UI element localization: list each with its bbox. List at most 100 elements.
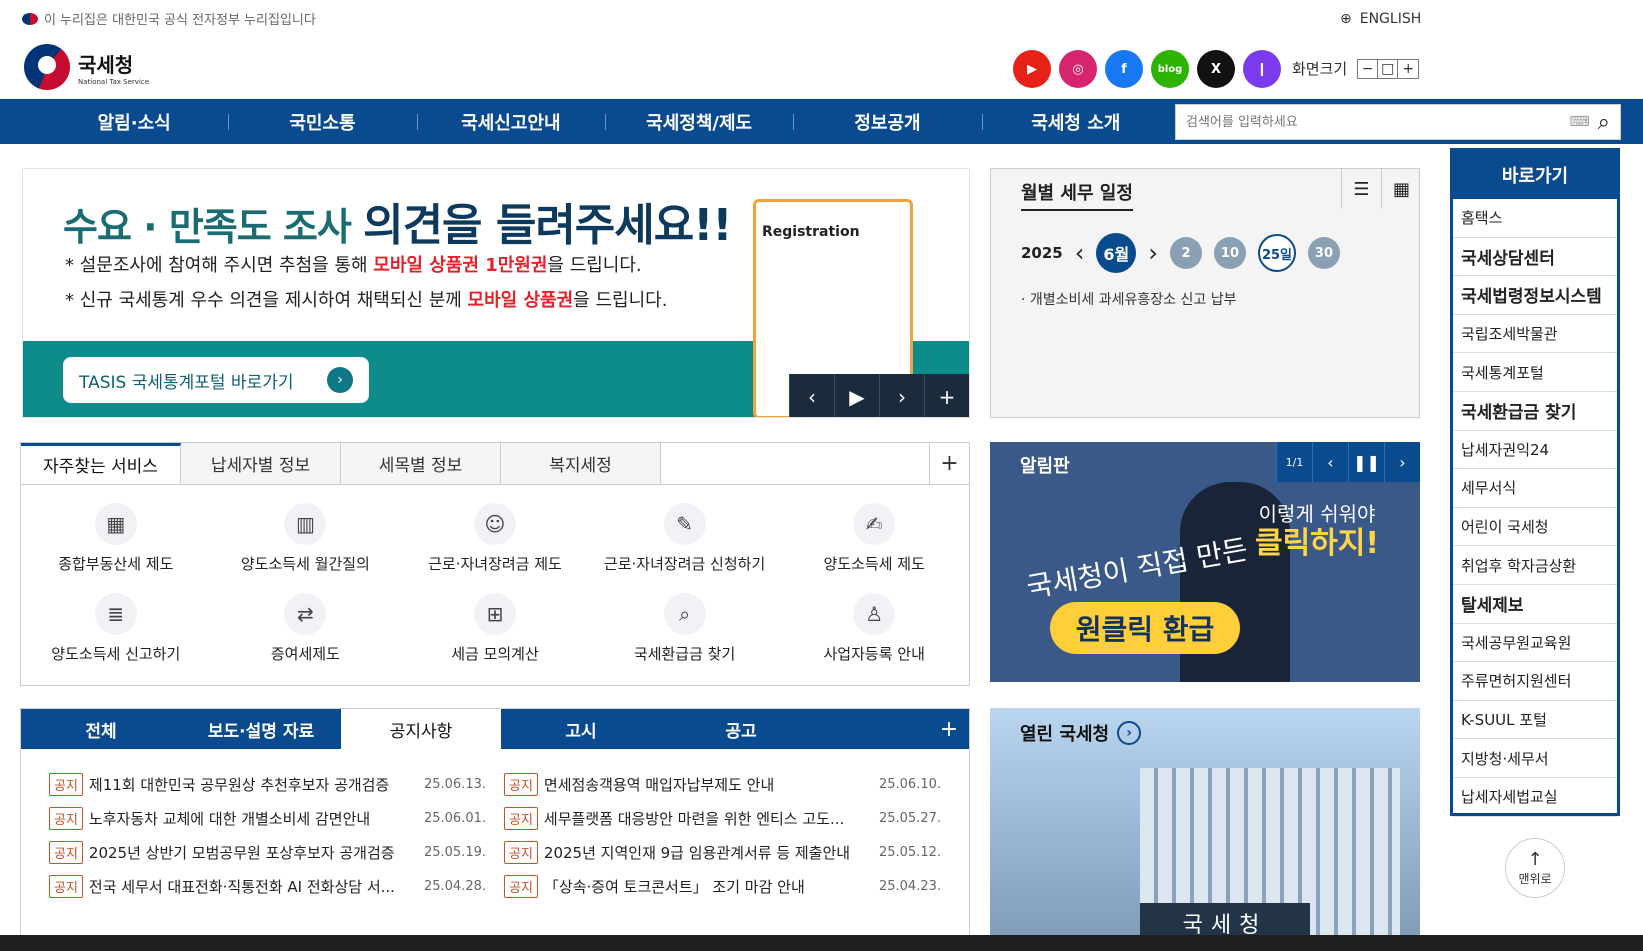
quick-link-item[interactable]: 국세상담센터 xyxy=(1453,238,1617,277)
list-view-icon[interactable]: ☰ xyxy=(1341,169,1381,209)
open-nts-title[interactable]: 열린 국세청 › xyxy=(1020,720,1142,746)
quick-link-item[interactable]: 어린이 국세청 xyxy=(1453,508,1617,547)
next-month-button[interactable]: › xyxy=(1148,239,1158,267)
service-item[interactable]: ♙ 사업자등록 안내 xyxy=(779,593,969,683)
news-title[interactable]: 제11회 대한민국 공무원상 추천후보자 공개검증 xyxy=(89,774,410,795)
quick-link-item[interactable]: K-SUUL 포털 xyxy=(1453,701,1617,740)
news-title[interactable]: 전국 세무서 대표전화·직통전화 AI 전화상담 서... xyxy=(89,876,410,897)
nav-item-1[interactable]: 알림·소식 xyxy=(40,99,228,144)
x-icon[interactable]: X xyxy=(1197,50,1235,88)
service-item[interactable]: ⇄ 증여세제도 xyxy=(211,593,401,683)
service-item[interactable]: ▦ 종합부동산세 제도 xyxy=(21,503,211,593)
service-icon: ≣ xyxy=(94,593,137,635)
tasis-link-button[interactable]: TASIS 국세통계포털 바로가기 › xyxy=(63,357,369,403)
search-icon[interactable]: ⌕ xyxy=(1598,110,1610,135)
instagram-icon[interactable]: ◎ xyxy=(1059,50,1097,88)
news-tab[interactable]: 고시 xyxy=(501,709,661,749)
service-icon: ⌕ xyxy=(663,593,706,635)
nav-item-3[interactable]: 국세신고안내 xyxy=(416,99,605,144)
zoom-out-button[interactable]: − xyxy=(1358,59,1379,78)
service-item[interactable]: ≣ 양도소득세 신고하기 xyxy=(21,593,211,683)
search-input[interactable] xyxy=(1186,114,1562,130)
quick-link-item[interactable]: 주류면허지원센터 xyxy=(1453,662,1617,701)
more-news-button[interactable]: + xyxy=(929,709,969,749)
news-title[interactable]: 노후자동차 교체에 대한 개별소비세 감면안내 xyxy=(89,808,410,829)
news-row[interactable]: 공지 전국 세무서 대표전화·직통전화 AI 전화상담 서... 25.04.28. xyxy=(49,874,486,898)
banner-prev-button[interactable]: ‹ xyxy=(789,374,834,417)
quick-link-item[interactable]: 국세통계포털 xyxy=(1453,353,1617,392)
quick-link-item[interactable]: 국세법령정보시스템 xyxy=(1453,276,1617,315)
zoom-reset-button[interactable]: □ xyxy=(1378,59,1399,78)
quick-link-item[interactable]: 국립조세박물관 xyxy=(1453,315,1617,354)
news-tab[interactable]: 공지사항 xyxy=(341,709,501,749)
service-icon: ✍ xyxy=(853,503,896,545)
back-to-top-button[interactable]: ↑ 맨위로 xyxy=(1505,838,1565,898)
calendar-icon[interactable]: ▦ xyxy=(1381,169,1421,209)
nav-item-5[interactable]: 정보공개 xyxy=(793,99,981,144)
quick-link-item[interactable]: 홈택스 xyxy=(1453,199,1617,238)
news-row[interactable]: 공지 2025년 상반기 모범공무원 포상후보자 공개검증 25.05.19. xyxy=(49,840,486,864)
quick-link-item[interactable]: 국세공무원교육원 xyxy=(1453,624,1617,663)
news-row[interactable]: 공지 세무플랫폼 대응방안 마련을 위한 엔티스 고도... 25.05.27. xyxy=(504,806,941,830)
notice-board-banner[interactable]: 알림판 1/1 ‹ ❚❚ › 이렇게 쉬워야 클릭하지! 국세청이 직접 만든 원클릭 … xyxy=(990,442,1420,682)
board-pause-button[interactable]: ❚❚ xyxy=(1348,442,1384,482)
prev-month-button[interactable]: ‹ xyxy=(1075,239,1085,267)
quick-link-item[interactable]: 국세환급금 찾기 xyxy=(1453,392,1617,431)
english-link[interactable]: ⊕ ENGLISH xyxy=(1340,11,1421,27)
news-row[interactable]: 공지 면세점송객용역 매입자납부제도 안내 25.06.10. xyxy=(504,772,941,796)
service-item[interactable]: ⌕ 국세환급금 찾기 xyxy=(590,593,780,683)
more-services-button[interactable]: + xyxy=(929,443,969,484)
quick-link-item[interactable]: 납세자권익24 xyxy=(1453,431,1617,470)
banner-controls: ‹ ▶ › + xyxy=(789,374,969,417)
gov-notice[interactable]: 이 누리집은 대한민국 공식 전자정부 누리집입니다 xyxy=(22,9,316,28)
news-row[interactable]: 공지 「상속·증여 토크콘서트」 조기 마감 안내 25.04.23. xyxy=(504,874,941,898)
schedule-day[interactable]: 2 xyxy=(1169,237,1202,269)
service-item[interactable]: ☺ 근로·자녀장려금 제도 xyxy=(400,503,590,593)
zoom-in-button[interactable]: + xyxy=(1398,60,1418,78)
service-tab[interactable]: 납세자별 정보 xyxy=(181,443,341,484)
youtube-icon[interactable]: ▶ xyxy=(1013,50,1051,88)
news-row[interactable]: 공지 2025년 지역인재 9급 임용관계서류 등 제출안내 25.05.12. xyxy=(504,840,941,864)
service-item[interactable]: ✎ 근로·자녀장려금 신청하기 xyxy=(590,503,780,593)
news-title[interactable]: 면세점송객용역 매입자납부제도 안내 xyxy=(544,774,865,795)
service-item[interactable]: ▥ 양도소득세 월간질의 xyxy=(211,503,401,593)
service-tab[interactable]: 복지세정 xyxy=(501,443,661,484)
service-item[interactable]: ⊞ 세금 모의계산 xyxy=(400,593,590,683)
nav-item-6[interactable]: 국세청 소개 xyxy=(981,99,1170,144)
news-title[interactable]: 2025년 상반기 모범공무원 포상후보자 공개검증 xyxy=(89,842,410,863)
service-tab[interactable]: 세목별 정보 xyxy=(341,443,501,484)
news-tab[interactable]: 공고 xyxy=(661,709,821,749)
news-tab[interactable]: 보도·설명 자료 xyxy=(181,709,341,749)
blog-icon[interactable]: blog xyxy=(1151,50,1189,88)
board-prev-button[interactable]: ‹ xyxy=(1312,442,1348,482)
banner-more-button[interactable]: + xyxy=(924,374,969,417)
main-banner[interactable]: 수요 · 만족도 조사 의견을 들려주세요!! * 설문조사에 참여해 주시면 … xyxy=(22,168,970,418)
news-title[interactable]: 2025년 지역인재 9급 임용관계서류 등 제출안내 xyxy=(544,842,865,863)
schedule-day[interactable]: 25일 xyxy=(1257,234,1296,272)
nts-logo[interactable]: 국세청 National Tax Service xyxy=(24,44,149,90)
quick-link-item[interactable]: 지방청·세무서 xyxy=(1453,739,1617,778)
facebook-icon[interactable]: f xyxy=(1105,50,1143,88)
quick-link-item[interactable]: 탈세제보 xyxy=(1453,585,1617,624)
news-title[interactable]: 「상속·증여 토크콘서트」 조기 마감 안내 xyxy=(544,876,865,897)
nav-item-4[interactable]: 국세정책/제도 xyxy=(604,99,793,144)
talk-icon[interactable]: ❙ xyxy=(1243,50,1281,88)
news-tab[interactable]: 전체 xyxy=(21,709,181,749)
nav-item-2[interactable]: 국민소통 xyxy=(228,99,416,144)
news-title[interactable]: 세무플랫폼 대응방안 마련을 위한 엔티스 고도... xyxy=(544,808,865,829)
news-row[interactable]: 공지 노후자동차 교체에 대한 개별소비세 감면안내 25.06.01. xyxy=(49,806,486,830)
quick-link-item[interactable]: 취업후 학자금상환 xyxy=(1453,546,1617,585)
open-nts-panel[interactable]: 국세청 열린 국세청 › xyxy=(990,708,1420,943)
service-item[interactable]: ✍ 양도소득세 제도 xyxy=(779,503,969,593)
news-row[interactable]: 공지 제11회 대한민국 공무원상 추천후보자 공개검증 25.06.13. xyxy=(49,772,486,796)
schedule-item[interactable]: · 개별소비세 과세유흥장소 신고 납부 xyxy=(1021,289,1236,309)
banner-next-button[interactable]: › xyxy=(879,374,924,417)
board-next-button[interactable]: › xyxy=(1384,442,1420,482)
keyboard-icon[interactable]: ⌨ xyxy=(1569,114,1589,130)
quick-link-item[interactable]: 세무서식 xyxy=(1453,469,1617,508)
schedule-day[interactable]: 30 xyxy=(1307,237,1340,269)
schedule-day[interactable]: 10 xyxy=(1213,237,1246,269)
service-tab[interactable]: 자주찾는 서비스 xyxy=(21,443,181,484)
banner-play-button[interactable]: ▶ xyxy=(834,374,879,417)
quick-link-item[interactable]: 납세자세법교실 xyxy=(1453,778,1617,817)
